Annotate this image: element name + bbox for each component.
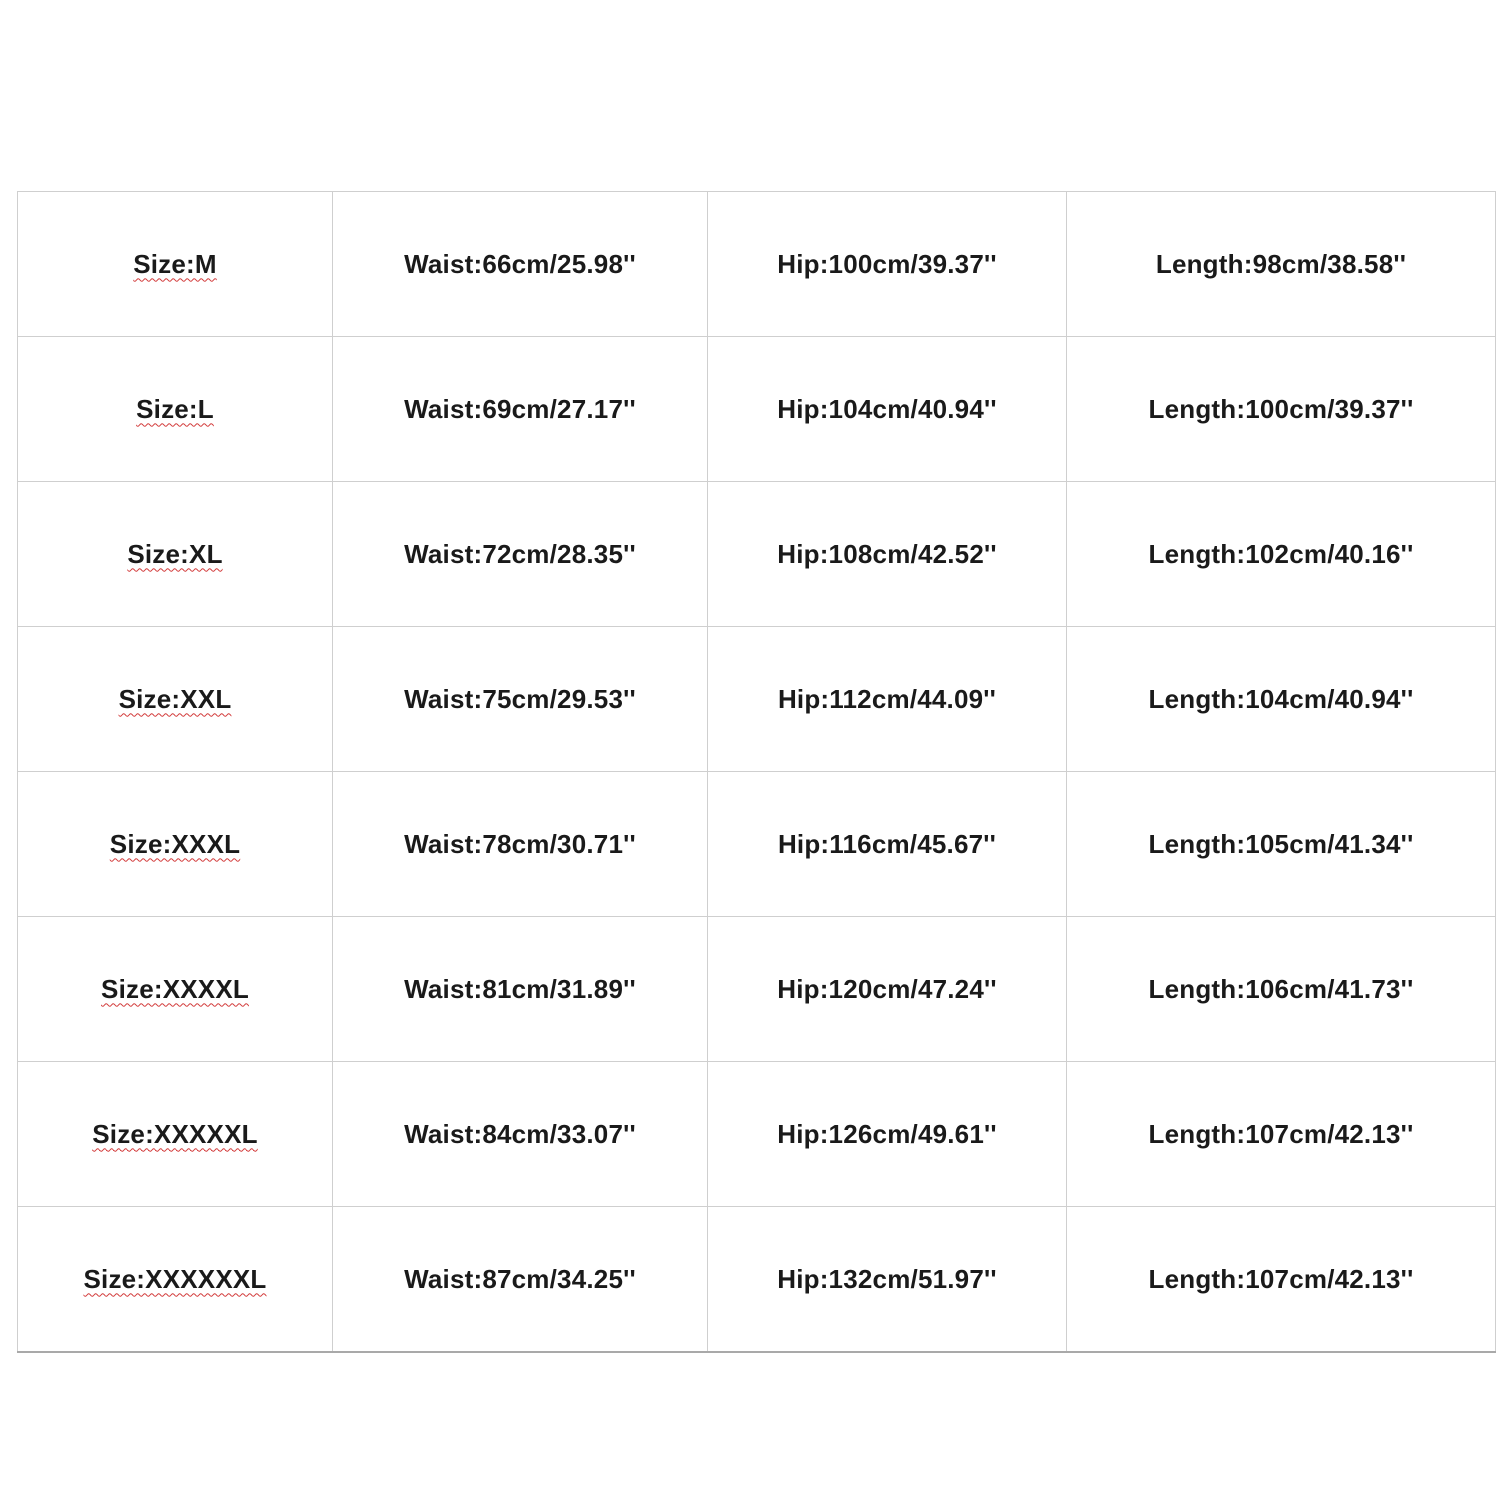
size-label: Size:M — [133, 248, 217, 279]
waist-cell: Waist:78cm/30.71'' — [332, 771, 708, 917]
size-chart-table: Size:M Waist:66cm/25.98'' Hip:100cm/39.3… — [17, 191, 1496, 1353]
size-label: Size:XL — [127, 538, 223, 569]
length-cell: Length:107cm/42.13'' — [1066, 1061, 1496, 1207]
size-cell: Size:XL — [17, 481, 333, 627]
waist-cell: Waist:75cm/29.53'' — [332, 626, 708, 772]
hip-cell: Hip:116cm/45.67'' — [707, 771, 1067, 917]
size-cell: Size:L — [17, 336, 333, 482]
length-cell: Length:105cm/41.34'' — [1066, 771, 1496, 917]
table-row: Size:L Waist:69cm/27.17'' Hip:104cm/40.9… — [17, 336, 1496, 482]
hip-cell: Hip:126cm/49.61'' — [707, 1061, 1067, 1207]
waist-cell: Waist:81cm/31.89'' — [332, 916, 708, 1062]
hip-cell: Hip:112cm/44.09'' — [707, 626, 1067, 772]
length-cell: Length:107cm/42.13'' — [1066, 1206, 1496, 1353]
size-label: Size:L — [136, 393, 214, 424]
waist-cell: Waist:84cm/33.07'' — [332, 1061, 708, 1207]
hip-cell: Hip:100cm/39.37'' — [707, 191, 1067, 337]
waist-cell: Waist:87cm/34.25'' — [332, 1206, 708, 1353]
hip-cell: Hip:120cm/47.24'' — [707, 916, 1067, 1062]
waist-cell: Waist:69cm/27.17'' — [332, 336, 708, 482]
length-cell: Length:102cm/40.16'' — [1066, 481, 1496, 627]
length-cell: Length:106cm/41.73'' — [1066, 916, 1496, 1062]
table-row: Size:M Waist:66cm/25.98'' Hip:100cm/39.3… — [17, 191, 1496, 337]
size-label: Size:XXXXL — [101, 973, 249, 1004]
size-label: Size:XXXXXXL — [83, 1263, 267, 1294]
table-row: Size:XXXXXL Waist:84cm/33.07'' Hip:126cm… — [17, 1061, 1496, 1207]
waist-cell: Waist:66cm/25.98'' — [332, 191, 708, 337]
length-cell: Length:98cm/38.58'' — [1066, 191, 1496, 337]
size-cell: Size:XXXXL — [17, 916, 333, 1062]
table-row: Size:XXXXXXL Waist:87cm/34.25'' Hip:132c… — [17, 1206, 1496, 1353]
hip-cell: Hip:104cm/40.94'' — [707, 336, 1067, 482]
length-cell: Length:104cm/40.94'' — [1066, 626, 1496, 772]
size-cell: Size:XXL — [17, 626, 333, 772]
table-row: Size:XXL Waist:75cm/29.53'' Hip:112cm/44… — [17, 626, 1496, 772]
table-row: Size:XL Waist:72cm/28.35'' Hip:108cm/42.… — [17, 481, 1496, 627]
size-cell: Size:M — [17, 191, 333, 337]
size-cell: Size:XXXL — [17, 771, 333, 917]
size-label: Size:XXXXXL — [92, 1118, 258, 1149]
hip-cell: Hip:132cm/51.97'' — [707, 1206, 1067, 1353]
length-cell: Length:100cm/39.37'' — [1066, 336, 1496, 482]
size-label: Size:XXXL — [109, 828, 241, 859]
size-label: Size:XXL — [118, 683, 232, 714]
size-cell: Size:XXXXXXL — [17, 1206, 333, 1353]
size-cell: Size:XXXXXL — [17, 1061, 333, 1207]
table-row: Size:XXXXL Waist:81cm/31.89'' Hip:120cm/… — [17, 916, 1496, 1062]
waist-cell: Waist:72cm/28.35'' — [332, 481, 708, 627]
table-row: Size:XXXL Waist:78cm/30.71'' Hip:116cm/4… — [17, 771, 1496, 917]
hip-cell: Hip:108cm/42.52'' — [707, 481, 1067, 627]
